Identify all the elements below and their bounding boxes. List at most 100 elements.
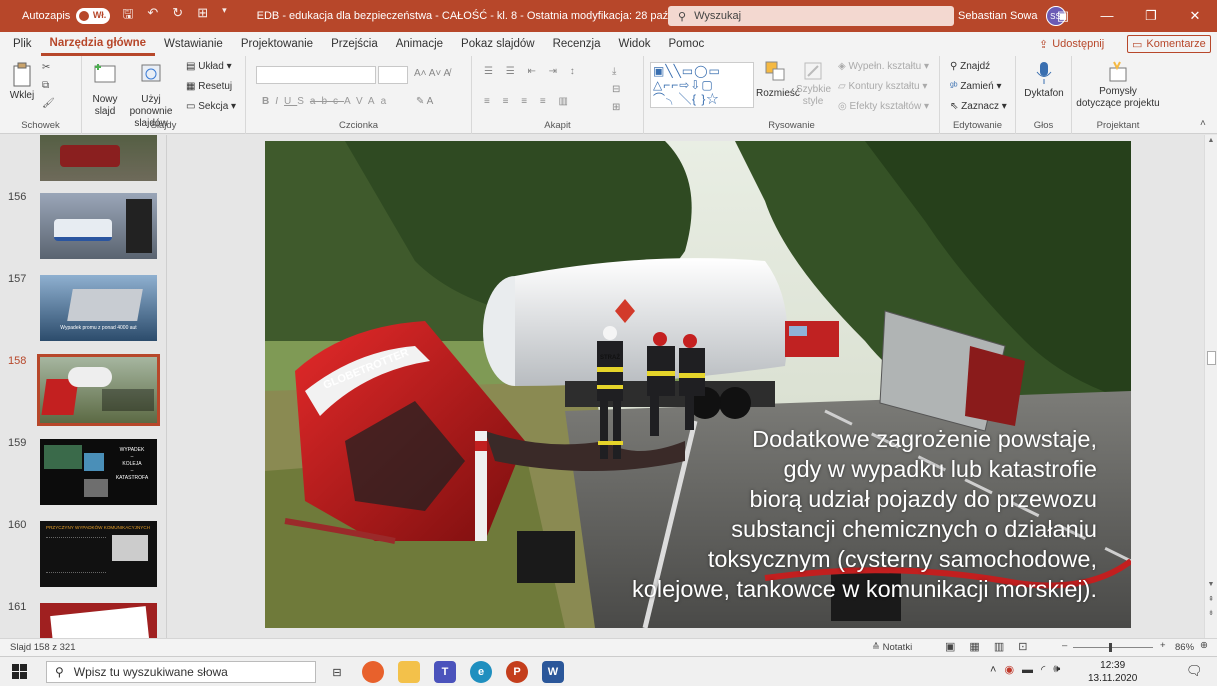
- zoom-level[interactable]: 86%: [1175, 642, 1194, 653]
- windows-start-icon[interactable]: [12, 664, 28, 680]
- tab-view[interactable]: Widok: [610, 32, 660, 56]
- document-title[interactable]: EDB - edukacja dla bezpieczeństwa - CAŁO…: [257, 10, 720, 22]
- tab-file[interactable]: Plik: [4, 32, 41, 56]
- share-button[interactable]: ⇪ Udostępnij: [1039, 35, 1104, 53]
- normal-view-icon[interactable]: ▣: [945, 640, 955, 653]
- volume-icon[interactable]: 🕪: [1053, 663, 1060, 676]
- slide-sorter-icon[interactable]: ▦: [969, 640, 979, 653]
- slide-thumbnail-selected[interactable]: [37, 354, 160, 426]
- firefox-icon[interactable]: [362, 661, 384, 683]
- change-case-button[interactable]: Aa: [368, 96, 392, 107]
- paste-button[interactable]: Wklej: [8, 62, 36, 102]
- align-text-icon[interactable]: ⊟: [612, 84, 620, 95]
- current-slide[interactable]: GLOBETROTTER STRAŻ Dodatkowe zagrożenie …: [265, 141, 1131, 628]
- tab-design[interactable]: Projektowanie: [232, 32, 322, 56]
- teams-icon[interactable]: T: [434, 661, 456, 683]
- tab-slideshow[interactable]: Pokaz slajdów: [452, 32, 544, 56]
- scrollbar-thumb[interactable]: [1207, 351, 1216, 365]
- find-button[interactable]: ⚲ Znajdź: [950, 61, 990, 73]
- notes-button[interactable]: ≙ Notatki: [872, 642, 912, 653]
- tab-transitions[interactable]: Przejścia: [322, 32, 387, 56]
- autosave-toggle[interactable]: Wł.: [76, 8, 111, 24]
- smartart-icon[interactable]: ⊞: [612, 102, 620, 113]
- tab-help[interactable]: Pomoc: [659, 32, 713, 56]
- zoom-slider[interactable]: [1073, 647, 1153, 648]
- tab-insert[interactable]: Wstawianie: [155, 32, 232, 56]
- vertical-scrollbar[interactable]: ▲ ▼ ⇞ ⇟: [1204, 135, 1217, 638]
- comments-button[interactable]: ▭ Komentarze: [1127, 35, 1211, 53]
- grow-font-icon[interactable]: A˄ A˅ A̸: [414, 68, 450, 79]
- show-hidden-icons-icon[interactable]: ˄: [990, 664, 996, 676]
- tab-review[interactable]: Recenzja: [544, 32, 610, 56]
- zoom-slider-knob[interactable]: [1109, 643, 1112, 652]
- slideshow-icon[interactable]: ⊡: [1018, 640, 1027, 653]
- section-button[interactable]: ▭ Sekcja ▾: [186, 101, 236, 113]
- italic-button[interactable]: I: [275, 96, 284, 107]
- save-icon[interactable]: 🖫: [122, 5, 133, 27]
- zoom-in-icon[interactable]: +: [1160, 640, 1166, 651]
- minimize-icon[interactable]: —: [1085, 0, 1129, 32]
- new-slide-button[interactable]: Nowy slajd: [88, 62, 122, 118]
- slide-thumbnail[interactable]: WYPADEK – KOLEJA – KATASTROFA: [40, 439, 157, 505]
- reset-button[interactable]: ▦ Resetuj: [186, 81, 232, 93]
- tab-animations[interactable]: Animacje: [387, 32, 452, 56]
- design-ideas-button[interactable]: Pomysły dotyczące projektu: [1076, 60, 1160, 110]
- next-slide-icon[interactable]: ⇟: [1205, 609, 1217, 617]
- battery-icon[interactable]: ▬: [1022, 664, 1033, 676]
- task-view-icon[interactable]: ⊟: [326, 661, 348, 683]
- align-icons[interactable]: ≡ ≡ ≡ ≡ ▥: [484, 96, 573, 107]
- edge-icon[interactable]: e: [470, 661, 492, 683]
- strikethrough-button[interactable]: abc: [310, 96, 344, 107]
- taskbar-search[interactable]: ⚲ Wpisz tu wyszukiwane słowa: [46, 661, 316, 683]
- copy-icon[interactable]: ⧉: [42, 80, 49, 91]
- dictate-button[interactable]: Dyktafon: [1024, 60, 1064, 100]
- replace-button[interactable]: ᵍᵇ Zamień ▾: [950, 81, 1002, 93]
- zoom-out-icon[interactable]: –: [1062, 640, 1067, 651]
- fit-to-window-icon[interactable]: ⊕: [1200, 640, 1208, 651]
- shadow-button[interactable]: S: [297, 96, 310, 107]
- reading-view-icon[interactable]: ▥: [994, 640, 1004, 653]
- app-tray-icon[interactable]: ◉: [1004, 663, 1014, 676]
- char-spacing-button[interactable]: AV: [344, 96, 368, 107]
- search-box[interactable]: ⚲ Wyszukaj: [668, 6, 954, 26]
- slide-thumbnail[interactable]: Wypadek promu z ponad 4000 aut: [40, 275, 157, 341]
- font-family-select[interactable]: [256, 66, 376, 84]
- shapes-gallery[interactable]: ▣╲╲▭◯▭ △⌐⌐⇨⇩▢ ⌒╮╲{ }☆: [650, 62, 754, 108]
- format-buttons[interactable]: BIUSabcAVAa: [262, 96, 392, 107]
- notification-center-icon[interactable]: 🗨: [1186, 663, 1203, 679]
- powerpoint-icon[interactable]: P: [506, 661, 528, 683]
- taskbar-clock[interactable]: 12:39 13.11.2020: [1088, 659, 1137, 685]
- close-icon[interactable]: ✕: [1173, 0, 1217, 32]
- select-button[interactable]: ⇖ Zaznacz ▾: [950, 101, 1007, 113]
- font-size-select[interactable]: [378, 66, 408, 84]
- shape-outline-button[interactable]: ▱ Kontury kształtu ▾: [838, 81, 927, 93]
- text-direction-icon[interactable]: ⤓: [612, 66, 616, 77]
- redo-icon[interactable]: ↻: [172, 5, 183, 27]
- list-icons[interactable]: ☰ ☰ ⇤ ⇥ ↕: [484, 66, 580, 77]
- arrange-button[interactable]: Rozmieść: [756, 60, 800, 100]
- collapse-ribbon-icon[interactable]: ˄: [1200, 118, 1206, 129]
- slide-thumbnail[interactable]: [40, 603, 157, 638]
- scroll-up-icon[interactable]: ▲: [1205, 137, 1217, 144]
- word-icon[interactable]: W: [542, 661, 564, 683]
- underline-button[interactable]: U: [284, 96, 297, 107]
- bold-button[interactable]: B: [262, 96, 275, 107]
- font-color-icon[interactable]: ✎ A: [416, 96, 433, 107]
- undo-icon[interactable]: ↶: [147, 5, 158, 27]
- file-explorer-icon[interactable]: [398, 661, 420, 683]
- customize-chevron-icon[interactable]: ▾: [222, 5, 227, 27]
- slide-thumbnail[interactable]: PRZYCZYNY WYPADKÓW KOMUNIKACYJNYCH: [40, 521, 157, 587]
- tab-home[interactable]: Narzędzia główne: [40, 32, 156, 56]
- previous-slide-icon[interactable]: ⇞: [1205, 595, 1217, 603]
- network-icon[interactable]: ◜: [1041, 663, 1045, 676]
- scroll-down-icon[interactable]: ▼: [1205, 581, 1217, 588]
- quick-styles-button[interactable]: Szybkie style: [796, 60, 831, 108]
- restore-icon[interactable]: ❐: [1129, 0, 1173, 32]
- format-painter-icon[interactable]: 🖌: [42, 98, 55, 109]
- shape-effects-button[interactable]: ◎ Efekty kształtów ▾: [838, 101, 929, 113]
- slide-text-box[interactable]: Dodatkowe zagrożenie powstaje, gdy w wyp…: [537, 424, 1097, 604]
- ribbon-display-icon[interactable]: ▣: [1041, 0, 1085, 32]
- presentation-icon[interactable]: ⊞: [197, 5, 208, 27]
- shape-fill-button[interactable]: ◈ Wypełn. kształtu ▾: [838, 61, 929, 73]
- autosave-control[interactable]: Autozapis Wł.: [22, 8, 111, 24]
